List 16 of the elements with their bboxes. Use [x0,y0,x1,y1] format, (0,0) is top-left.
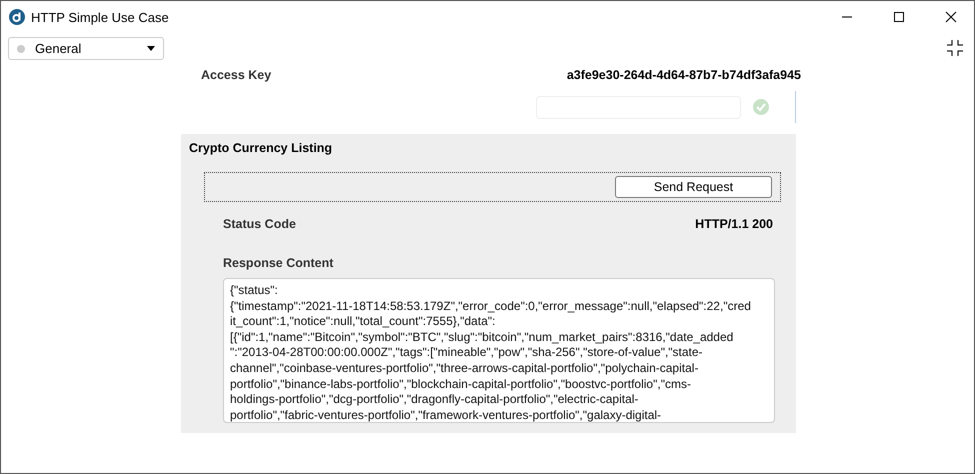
collapse-icon[interactable] [946,39,964,57]
status-code-label: Status Code [223,217,296,231]
caret-icon [147,46,155,51]
panel-title: Crypto Currency Listing [189,141,334,155]
status-dot-icon [17,44,25,52]
window-title: HTTP Simple Use Case [31,10,170,24]
access-key-value: a3fe9e30-264d-4d64-87b7-b74df3afa945 [566,68,801,82]
profile-dropdown[interactable]: General [8,37,164,60]
close-icon [945,11,957,23]
app-logo-icon [9,9,25,25]
access-key-label: Access Key [201,68,272,82]
response-content-label: Response Content [223,256,334,270]
response-text-area[interactable]: {"status": {"timestamp":"2021-11-18T14:58:53.179Z","error_code":0,"error_message":null,"elapsed":22,"cred it_count":1,"notice":null,"total_count":7555},"data": [{"id":1,"name":"Bitcoin","symbol":"BTC","slug":"bitcoin","num_market_pairs":8316,"date_added ":"2013-04-28T00:00:00.000Z","tags":["mineable","pow","sha-256","store-of-value","state- channel","coinbase-ventures-portfolio","three-arrows-capital-portfolio","polychain-capital- portfolio","binance-labs-portfolio","blockchain-capital-portfolio","boostvc-portfolio","cms- holdings-portfolio","dcg-portfolio","dragonfly-capital-portfolio","electric-capital- portfolio","fabric-ventures-portfolio","framework-ventures-portfolio","galaxy-digital- [223,278,775,423]
send-request-button[interactable]: Send Request [615,176,772,198]
status-code-value: HTTP/1.1 200 [695,217,773,231]
maximize-icon [893,11,905,23]
